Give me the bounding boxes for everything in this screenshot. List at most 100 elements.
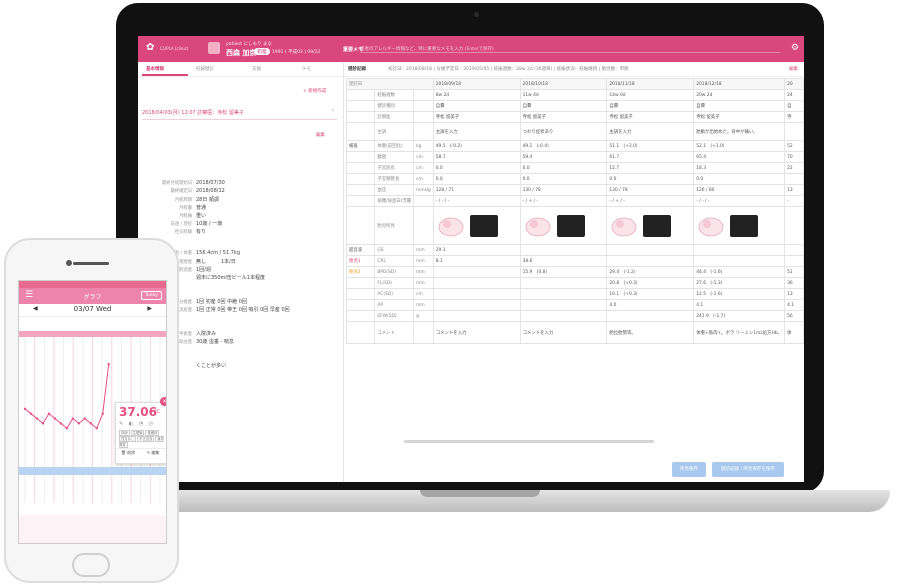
table-cell[interactable] [519, 288, 608, 300]
table-cell[interactable]: 14w 0d [606, 89, 695, 101]
table-cell[interactable]: 4.0 [606, 299, 695, 311]
table-cell[interactable] [693, 255, 786, 267]
table-cell[interactable]: 65.4 [693, 151, 786, 163]
data-point[interactable] [29, 412, 33, 415]
table-cell[interactable] [606, 255, 695, 267]
table-cell[interactable] [693, 244, 786, 256]
table-cell[interactable]: 自費 [606, 100, 695, 112]
ultrasound-cell[interactable] [519, 206, 608, 245]
table-cell[interactable]: - / - / - [432, 195, 521, 207]
table-cell[interactable]: 27.6 (-1.3) [693, 277, 786, 289]
table-cell[interactable]: 12.5 (-1.6) [693, 288, 786, 300]
table-cell[interactable] [784, 255, 804, 267]
close-icon[interactable]: × [160, 397, 166, 406]
table-cell[interactable]: 12.7 [606, 162, 695, 174]
table-cell[interactable]: 寺松 留美子 [693, 111, 786, 123]
table-cell[interactable]: 130 / 78 [606, 184, 695, 196]
patient-name[interactable]: 西森 加奈 [226, 48, 256, 58]
table-cell[interactable]: 主訴を入力 [432, 122, 521, 141]
table-cell[interactable] [519, 244, 608, 256]
table-cell[interactable]: 0.0 [693, 173, 786, 185]
main-edit-button[interactable]: 編集 [789, 66, 798, 72]
table-cell[interactable]: 20.8 (+0.3) [606, 277, 695, 289]
table-cell[interactable]: 0.0 [432, 173, 521, 185]
table-cell[interactable] [519, 299, 608, 311]
horizontal-scrollbar[interactable] [404, 440, 654, 443]
table-cell[interactable]: 寺松 留美子 [432, 111, 521, 123]
table-cell[interactable] [606, 310, 695, 322]
tab-memo[interactable]: メモ [302, 66, 311, 72]
data-point[interactable] [71, 417, 75, 420]
table-cell[interactable]: 15.9 (0.8) [519, 266, 608, 278]
table-cell[interactable] [519, 310, 608, 322]
data-point[interactable] [83, 417, 86, 420]
table-cell[interactable]: - / + / - [606, 195, 695, 207]
table-cell[interactable]: 49.1 (-0.4) [519, 140, 608, 152]
memo-input[interactable]: 患者のアレルギー情報など、特に重要なメモを入力 (Enterで保存) [360, 46, 780, 53]
table-cell[interactable]: 8.1 [432, 255, 521, 267]
date-cell[interactable]: 2018/12/18 [693, 78, 786, 90]
data-point[interactable] [107, 363, 110, 366]
table-cell[interactable] [784, 244, 804, 256]
table-cell[interactable]: コメントを入力 [519, 321, 608, 344]
date-cell[interactable]: 2018/09/18 [432, 78, 521, 90]
prev-date-icon[interactable]: ◀ [33, 305, 38, 312]
date-cell[interactable]: 2018/11/18 [606, 78, 695, 90]
table-cell[interactable]: 自費 [432, 100, 521, 112]
table-cell[interactable]: 20w 2d [693, 89, 786, 101]
table-cell[interactable] [519, 277, 608, 289]
table-cell[interactable]: 38.6 [519, 255, 608, 267]
ultrasound-cell[interactable] [693, 206, 786, 245]
table-cell[interactable]: 0.0 [432, 162, 521, 174]
data-point[interactable] [41, 422, 45, 425]
table-cell[interactable]: 主訴を入力 [606, 122, 695, 141]
table-cell[interactable]: 4.1 [784, 299, 804, 311]
table-cell[interactable]: 49.5 (-0.2) [432, 140, 521, 152]
save-all-button[interactable]: 健診記録 / 所見保存を保存 [712, 462, 784, 477]
date-cell[interactable]: 20 [784, 78, 804, 90]
table-cell[interactable]: 52.1 (+1.0) [693, 140, 786, 152]
data-point[interactable] [59, 422, 63, 425]
data-point[interactable] [65, 427, 69, 430]
table-cell[interactable]: 自費 [693, 100, 786, 112]
next-date-icon[interactable]: ▶ [147, 305, 152, 312]
edit-button[interactable]: 編集 [316, 132, 325, 138]
table-cell[interactable] [432, 310, 521, 322]
today-button[interactable]: Today [140, 291, 162, 300]
table-cell[interactable] [784, 122, 804, 141]
data-point[interactable] [89, 422, 92, 425]
table-cell[interactable] [784, 173, 804, 185]
table-cell[interactable]: 29.1 [432, 244, 521, 256]
table-cell[interactable] [432, 266, 521, 278]
table-cell[interactable]: 51.1 (+2.0) [606, 140, 695, 152]
ultrasound-cell[interactable] [606, 206, 695, 245]
table-cell[interactable]: 44.4 (-1.6) [693, 266, 786, 278]
table-cell[interactable] [606, 244, 695, 256]
data-point[interactable] [101, 412, 104, 415]
table-cell[interactable]: 自費 [519, 100, 608, 112]
table-cell[interactable]: 58.7 [432, 151, 521, 163]
table-cell[interactable]: 寺 [784, 111, 804, 123]
ultrasound-cell[interactable] [432, 206, 521, 245]
data-point[interactable] [77, 422, 81, 425]
table-cell[interactable]: コメントを入力 [432, 321, 521, 344]
home-button[interactable] [72, 553, 110, 577]
table-cell[interactable]: 胎動が出始めた。背中が痛い。 [693, 122, 786, 141]
table-cell[interactable]: 0.0 [606, 173, 695, 185]
table-cell[interactable]: 寺松 留美子 [606, 111, 695, 123]
data-point[interactable] [47, 412, 51, 415]
add-record-button[interactable]: + 新規作成 [303, 88, 326, 94]
table-cell[interactable]: 61.7 [606, 151, 695, 163]
table-cell[interactable]: 52 [784, 140, 804, 152]
data-point[interactable] [53, 417, 57, 420]
tab-support[interactable]: 支援 [252, 66, 261, 72]
table-cell[interactable]: つわり症状あり [519, 122, 608, 141]
delete-button[interactable]: 🗑 削除 [116, 450, 140, 456]
data-point[interactable] [23, 407, 27, 411]
table-cell[interactable]: 24 [784, 89, 804, 101]
table-cell[interactable]: 自 [784, 100, 804, 112]
table-cell[interactable]: - [784, 195, 804, 207]
table-cell[interactable]: 0.0 [519, 162, 608, 174]
table-cell[interactable]: 56 [784, 310, 804, 322]
table-cell[interactable]: 胎位胎勢等。 [606, 321, 695, 344]
